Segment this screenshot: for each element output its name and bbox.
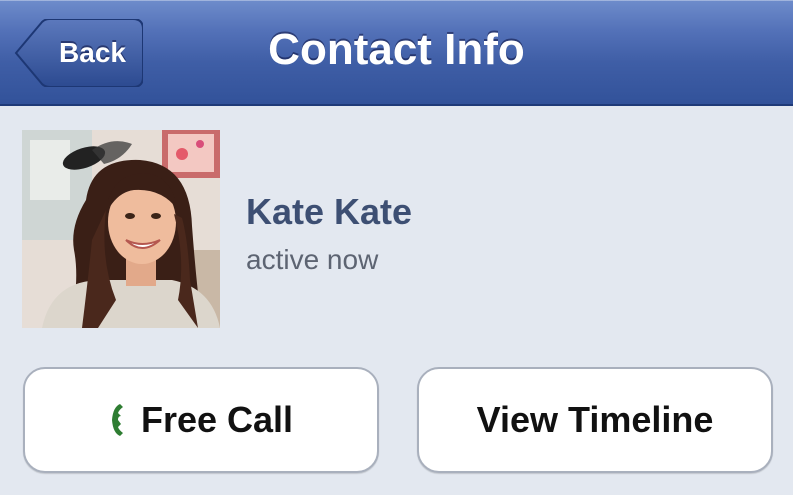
view-timeline-button[interactable]: View Timeline [417,367,773,473]
profile-photo [22,130,220,328]
avatar [22,130,220,328]
free-call-button[interactable]: Free Call [23,367,379,473]
free-call-label: Free Call [140,399,294,440]
contact-name: Kate Kate [246,191,413,232]
contact-status: active now [246,244,379,275]
page-title: Contact Info [268,25,525,74]
phone-icon [111,404,123,436]
navigation-bar: Back Contact Info [0,0,793,106]
view-timeline-label: View Timeline [476,399,714,440]
